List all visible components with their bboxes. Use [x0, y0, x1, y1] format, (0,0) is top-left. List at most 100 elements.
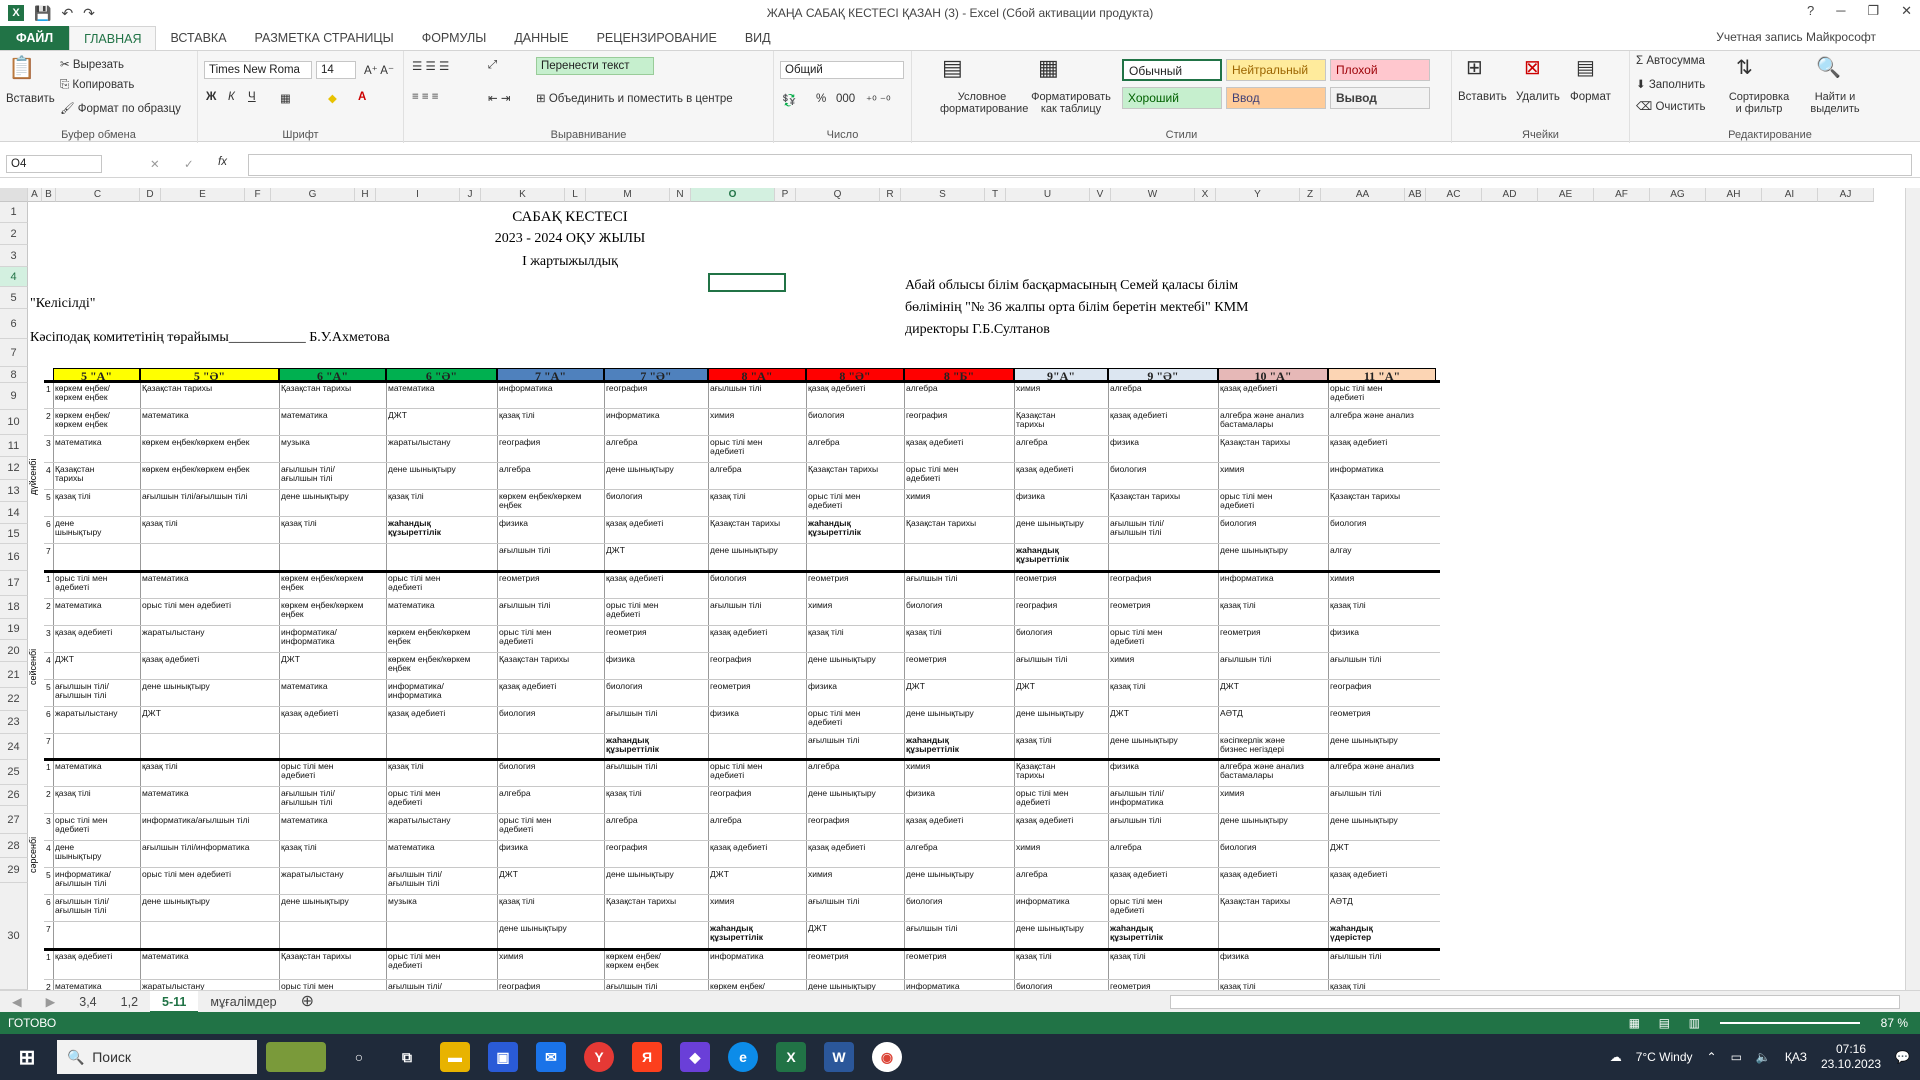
lesson-cell[interactable]: дене шынықтыру: [281, 897, 364, 921]
lesson-cell[interactable]: дене шынықтыру: [1016, 924, 1086, 948]
lesson-cell[interactable]: ДЖТ: [499, 870, 582, 894]
column-header[interactable]: G: [271, 188, 355, 202]
vertical-scrollbar[interactable]: [1905, 188, 1920, 990]
format-cells-button[interactable]: Формат: [1570, 91, 1611, 103]
lesson-cell[interactable]: қазақ тілі: [281, 519, 364, 543]
lesson-cell[interactable]: дене шынықтыру: [142, 682, 257, 706]
task-view-icon[interactable]: ⧉: [392, 1042, 422, 1072]
lesson-cell[interactable]: география: [1330, 682, 1414, 706]
lesson-cell[interactable]: Қазақстан тарихы: [710, 519, 784, 543]
row-header[interactable]: 2: [0, 223, 28, 245]
column-header[interactable]: L: [565, 188, 586, 202]
lesson-cell[interactable]: геометрия: [906, 655, 992, 679]
lesson-cell[interactable]: дене шынықтыру: [1220, 816, 1306, 840]
lesson-cell[interactable]: қазақ әдебиеті: [606, 574, 686, 598]
column-header[interactable]: T: [985, 188, 1006, 202]
lesson-cell[interactable]: алгебра: [808, 762, 882, 786]
column-header[interactable]: J: [460, 188, 481, 202]
lesson-cell[interactable]: Қазақстан тарихы: [1110, 492, 1196, 516]
lesson-cell[interactable]: дене шынықтыру: [808, 982, 882, 990]
lesson-cell[interactable]: ағылшын тілі: [1330, 655, 1414, 679]
lesson-cell[interactable]: дене шынықтыру: [1330, 736, 1414, 760]
lesson-cell[interactable]: ағылшын тілі/ағылшын тілі: [1110, 519, 1196, 543]
row-header[interactable]: 26: [0, 785, 28, 806]
lesson-cell[interactable]: кәсіпкерлік және бизнес негіздері: [1220, 736, 1306, 760]
lesson-cell[interactable]: Қазақстан тарихы: [142, 384, 257, 408]
lesson-cell[interactable]: биология: [808, 411, 882, 435]
lesson-cell[interactable]: ДЖТ: [1110, 709, 1196, 733]
lesson-cell[interactable]: орыс тілі мен әдебиеті: [710, 438, 784, 462]
next-sheet-icon[interactable]: ▶: [34, 991, 68, 1013]
lesson-cell[interactable]: жаратылыстану: [142, 982, 257, 990]
lesson-cell[interactable]: орыс тілі мен әдебиеті: [1330, 384, 1414, 408]
lesson-cell[interactable]: ағылшын тілі: [499, 546, 582, 570]
lesson-cell[interactable]: қазақ әдебиеті: [281, 709, 364, 733]
lesson-cell[interactable]: география: [1016, 601, 1086, 625]
lesson-cell[interactable]: ағылшын тілі: [606, 982, 686, 990]
lesson-cell[interactable]: музыка: [388, 897, 475, 921]
lesson-cell[interactable]: биология: [1016, 982, 1086, 990]
find-select-icon[interactable]: 🔍: [1816, 55, 1841, 80]
lesson-cell[interactable]: орыс тілі мен әдебиеті: [906, 465, 992, 489]
formula-input[interactable]: [248, 154, 1912, 176]
paste-icon[interactable]: 📋: [8, 55, 35, 81]
minimize-button[interactable]: ─: [1836, 3, 1845, 19]
lesson-cell[interactable]: геометрия: [1110, 601, 1196, 625]
percent-button[interactable]: %: [816, 93, 826, 105]
lesson-cell[interactable]: орыс тілі мен әдебиеті: [606, 601, 686, 625]
row-header[interactable]: 12: [0, 457, 28, 480]
column-header[interactable]: A: [28, 188, 42, 202]
language-indicator[interactable]: ҚАЗ: [1785, 1050, 1807, 1064]
column-header[interactable]: N: [670, 188, 691, 202]
lesson-cell[interactable]: геометрия: [808, 574, 882, 598]
insert-cells-icon[interactable]: ⊞: [1466, 55, 1483, 80]
tab-review[interactable]: РЕЦЕНЗИРОВАНИЕ: [583, 26, 731, 50]
column-header[interactable]: AC: [1426, 188, 1482, 202]
font-name-select[interactable]: Times New Roma: [204, 61, 312, 79]
lesson-cell[interactable]: орыс тілі мен әдебиеті: [1220, 492, 1306, 516]
lesson-cell[interactable]: ағылшын тілі: [606, 709, 686, 733]
lesson-cell[interactable]: көркем еңбек/көркем еңбек: [606, 952, 686, 979]
lesson-cell[interactable]: ағылшын тілі: [499, 601, 582, 625]
lesson-cell[interactable]: биология: [1016, 628, 1086, 652]
merge-center-button[interactable]: ⊞ Объединить и поместить в центре: [536, 91, 733, 105]
column-header[interactable]: I: [376, 188, 460, 202]
lesson-cell[interactable]: қазақ тілі: [1330, 601, 1414, 625]
lesson-cell[interactable]: география: [606, 843, 686, 867]
indent-icon[interactable]: ⇤ ⇥: [488, 91, 510, 105]
lesson-cell[interactable]: алгебра: [606, 816, 686, 840]
lesson-cell[interactable]: көркем еңбек/көркем еңбек: [142, 465, 257, 489]
prev-sheet-icon[interactable]: ◀: [0, 991, 34, 1013]
lesson-cell[interactable]: орыс тілі мен әдебиеті: [710, 762, 784, 786]
lesson-cell[interactable]: қазақ тілі: [499, 897, 582, 921]
zoom-slider[interactable]: [1720, 1022, 1860, 1024]
style-output[interactable]: Вывод: [1330, 87, 1430, 109]
lesson-cell[interactable]: музыка: [281, 438, 364, 462]
row-header[interactable]: 18: [0, 596, 28, 619]
lesson-cell[interactable]: ағылшын тілі: [906, 924, 992, 948]
row-header[interactable]: 11: [0, 435, 28, 457]
lesson-cell[interactable]: география: [710, 655, 784, 679]
tab-data[interactable]: ДАННЫЕ: [500, 26, 582, 50]
cortana-icon[interactable]: ○: [344, 1042, 374, 1072]
lesson-cell[interactable]: физика: [499, 843, 582, 867]
lesson-cell[interactable]: дене шынықтыру: [142, 897, 257, 921]
lesson-cell[interactable]: дене шынықтыру: [1110, 736, 1196, 760]
lesson-cell[interactable]: биология: [906, 601, 992, 625]
lesson-cell[interactable]: химия: [1220, 789, 1306, 813]
tab-view[interactable]: ВИД: [731, 26, 785, 50]
lesson-cell[interactable]: орыс тілі мен әдебиеті: [142, 870, 257, 894]
style-input[interactable]: Ввод: [1226, 87, 1326, 109]
lesson-cell[interactable]: ағылшын тілі/ағылшын тілі: [388, 870, 475, 894]
lesson-cell[interactable]: Қазақстан тарихы: [281, 384, 364, 408]
column-header[interactable]: Q: [796, 188, 880, 202]
lesson-cell[interactable]: химия: [710, 411, 784, 435]
row-header[interactable]: 21: [0, 662, 28, 688]
lesson-cell[interactable]: жаратылыстану: [281, 870, 364, 894]
column-header[interactable]: W: [1111, 188, 1195, 202]
lesson-cell[interactable]: алгебра: [1016, 870, 1086, 894]
sheet-tab-5-11[interactable]: 5-11: [150, 990, 199, 1013]
column-header[interactable]: AJ: [1818, 188, 1874, 202]
lesson-cell[interactable]: география: [906, 411, 992, 435]
lesson-cell[interactable]: Қазақстан тарихы: [1016, 411, 1086, 435]
